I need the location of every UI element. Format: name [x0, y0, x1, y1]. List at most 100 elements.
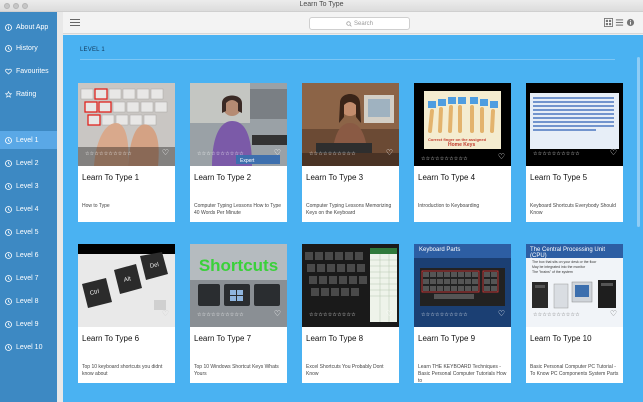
- card-description: Top 10 keyboard shortcuts you didnt know…: [82, 364, 163, 377]
- video-thumbnail[interactable]: Expert ☆☆☆☆☆☆☆☆☆☆ ♡: [190, 83, 287, 166]
- sidebar-item-level-1[interactable]: Level 1: [0, 131, 57, 149]
- thumbnail-caption: Home Keys: [448, 142, 476, 148]
- video-card-9[interactable]: Keyboard Parts ☆☆☆☆☆☆☆☆☆☆ ♡ Learn To Typ…: [414, 244, 511, 384]
- home-keys-image: [414, 83, 511, 166]
- sidebar-item-rating[interactable]: Rating: [0, 85, 57, 103]
- clock-icon: [5, 320, 12, 328]
- video-thumbnail[interactable]: ☆☆☆☆☆☆☆☆☆☆ ♡: [78, 83, 175, 166]
- grid-view-icon[interactable]: [604, 18, 613, 27]
- sidebar-item-level-3[interactable]: Level 3: [0, 177, 57, 195]
- sidebar-item-level-8[interactable]: Level 8: [0, 292, 57, 310]
- favourite-heart-icon[interactable]: ♡: [162, 309, 169, 318]
- rating-stars: ☆☆☆☆☆☆☆☆☆☆: [533, 151, 580, 157]
- thumbnail-caption: The Central Processing Unit (CPU): [530, 247, 606, 259]
- heart-icon: [5, 68, 12, 75]
- card-description: How to Type: [82, 203, 110, 209]
- sidebar-item-label: Level 9: [16, 320, 39, 328]
- video-thumbnail[interactable]: ☆☆☆☆☆☆☆☆☆☆ ♡: [526, 83, 623, 166]
- card-title: Learn To Type 3: [306, 173, 364, 182]
- card-description: Introduction to Keyboarding: [418, 203, 480, 209]
- search-icon: [346, 20, 352, 27]
- sidebar-item-level-2[interactable]: Level 2: [0, 154, 57, 172]
- video-card-5[interactable]: ☆☆☆☆☆☆☆☆☆☆ ♡ Learn To Type 5 Keyboard Sh…: [526, 83, 623, 222]
- video-card-3[interactable]: ☆☆☆☆☆☆☆☆☆☆ ♡ Learn To Type 3 Computer Ty…: [302, 83, 399, 222]
- sidebar: About App History Favourites Rating Leve…: [0, 12, 57, 402]
- video-thumbnail[interactable]: ☆☆☆☆☆☆☆☆☆☆ ♡: [302, 244, 399, 327]
- card-title: Learn To Type 6: [82, 334, 140, 343]
- sidebar-item-level-4[interactable]: Level 4: [0, 200, 57, 218]
- card-description: Excel Shortcuts You Probably Dont Know: [306, 364, 384, 377]
- sidebar-item-label: Level 2: [16, 159, 39, 167]
- favourite-heart-icon[interactable]: ♡: [610, 309, 617, 318]
- video-card-7[interactable]: Shortcuts ☆☆☆☆☆☆☆☆☆☆ ♡ Learn To Type 7 T…: [190, 244, 287, 383]
- video-card-4[interactable]: Correct finger on the assigned Home Keys…: [414, 83, 511, 222]
- favourite-heart-icon[interactable]: ♡: [162, 148, 169, 157]
- clock-icon: [5, 297, 12, 305]
- favourite-heart-icon[interactable]: ♡: [386, 148, 393, 157]
- window-title: Learn To Type: [299, 1, 344, 8]
- video-card-10[interactable]: The Central Processing Unit (CPU) The bo…: [526, 244, 623, 383]
- card-title: Learn To Type 8: [306, 334, 364, 343]
- sidebar-item-label: Favourites: [16, 67, 49, 75]
- favourite-heart-icon[interactable]: ♡: [274, 309, 281, 318]
- card-title: Learn To Type 5: [530, 173, 588, 182]
- clock-icon: [5, 182, 12, 190]
- sidebar-item-label: Level 5: [16, 228, 39, 236]
- rating-stars: ☆☆☆☆☆☆☆☆☆☆: [309, 312, 356, 318]
- video-thumbnail[interactable]: Keyboard Parts ☆☆☆☆☆☆☆☆☆☆ ♡: [414, 244, 511, 327]
- video-thumbnail[interactable]: ☆☆☆☆☆☆☆☆☆☆ ♡: [302, 83, 399, 166]
- sidebar-item-label: About App: [16, 23, 49, 31]
- search-placeholder: Search: [353, 20, 373, 27]
- sidebar-item-level-7[interactable]: Level 7: [0, 269, 57, 287]
- video-card-6[interactable]: Ctrl Alt Del ♡ Learn To Type 6 Top 10 ke…: [78, 244, 175, 383]
- rating-stars: ☆☆☆☆☆☆☆☆☆☆: [421, 156, 468, 162]
- info-icon: [5, 23, 12, 31]
- section-divider: [80, 59, 615, 60]
- sidebar-item-label: Level 10: [16, 343, 43, 351]
- list-view-icon[interactable]: [615, 18, 624, 27]
- favourite-heart-icon[interactable]: ♡: [498, 152, 505, 161]
- rating-stars: ☆☆☆☆☆☆☆☆☆☆: [197, 151, 244, 157]
- favourite-heart-icon[interactable]: ♡: [274, 148, 281, 157]
- sidebar-item-label: Level 1: [16, 136, 39, 144]
- scrollbar[interactable]: [637, 57, 640, 227]
- thumbnail-caption: Shortcuts: [198, 256, 279, 275]
- card-title: Learn To Type 2: [194, 173, 252, 182]
- ctrl-alt-del-image: [78, 244, 175, 327]
- favourite-heart-icon[interactable]: ♡: [386, 309, 393, 318]
- clock-icon: [5, 136, 12, 144]
- video-card-2[interactable]: Expert ☆☆☆☆☆☆☆☆☆☆ ♡ Learn To Type 2 Comp…: [190, 83, 287, 222]
- video-thumbnail[interactable]: Shortcuts ☆☆☆☆☆☆☆☆☆☆ ♡: [190, 244, 287, 327]
- search-input[interactable]: Search: [309, 17, 410, 30]
- clock-icon: [5, 228, 12, 236]
- sidebar-item-label: Level 3: [16, 182, 39, 190]
- sidebar-item-history[interactable]: History: [0, 39, 57, 57]
- sidebar-item-level-10[interactable]: Level 10: [0, 338, 57, 356]
- sidebar-item-level-6[interactable]: Level 6: [0, 246, 57, 264]
- clock-icon: [5, 251, 12, 259]
- card-title: Learn To Type 9: [418, 334, 476, 343]
- card-description: Computer Typing Lessons Memorizing Keys …: [306, 203, 392, 216]
- video-thumbnail[interactable]: Ctrl Alt Del ♡: [78, 244, 175, 327]
- sidebar-item-label: Level 8: [16, 297, 39, 305]
- info-icon[interactable]: [626, 18, 635, 27]
- favourite-heart-icon[interactable]: ♡: [498, 309, 505, 318]
- svg-text:Expert: Expert: [240, 158, 255, 164]
- video-card-8[interactable]: ☆☆☆☆☆☆☆☆☆☆ ♡ Learn To Type 8 Excel Short…: [302, 244, 399, 383]
- video-card-1[interactable]: ☆☆☆☆☆☆☆☆☆☆ ♡ Learn To Type 1 How to Type: [78, 83, 175, 222]
- content-area: LEVEL 1 ☆☆☆☆☆☆☆☆☆☆ ♡ Learn To Type 1 How…: [63, 35, 643, 402]
- clock-icon: [5, 44, 12, 52]
- app-window: Learn To Type About App History Favourit…: [0, 0, 643, 402]
- thumbnail-caption: Keyboard Parts: [419, 247, 461, 253]
- card-description: Basic Personal Computer PC Tutorial - To…: [530, 364, 619, 377]
- sidebar-item-level-5[interactable]: Level 5: [0, 223, 57, 241]
- video-thumbnail[interactable]: The Central Processing Unit (CPU) The bo…: [526, 244, 623, 327]
- sidebar-item-about-app[interactable]: About App: [0, 18, 57, 36]
- video-thumbnail[interactable]: Correct finger on the assigned Home Keys…: [414, 83, 511, 166]
- card-description: Keyboard Shortcuts Everybody Should Know: [530, 203, 616, 216]
- menu-icon[interactable]: [70, 18, 80, 28]
- sidebar-item-level-9[interactable]: Level 9: [0, 315, 57, 333]
- clock-icon: [5, 205, 12, 213]
- sidebar-item-favourites[interactable]: Favourites: [0, 62, 57, 80]
- favourite-heart-icon[interactable]: ♡: [610, 148, 617, 157]
